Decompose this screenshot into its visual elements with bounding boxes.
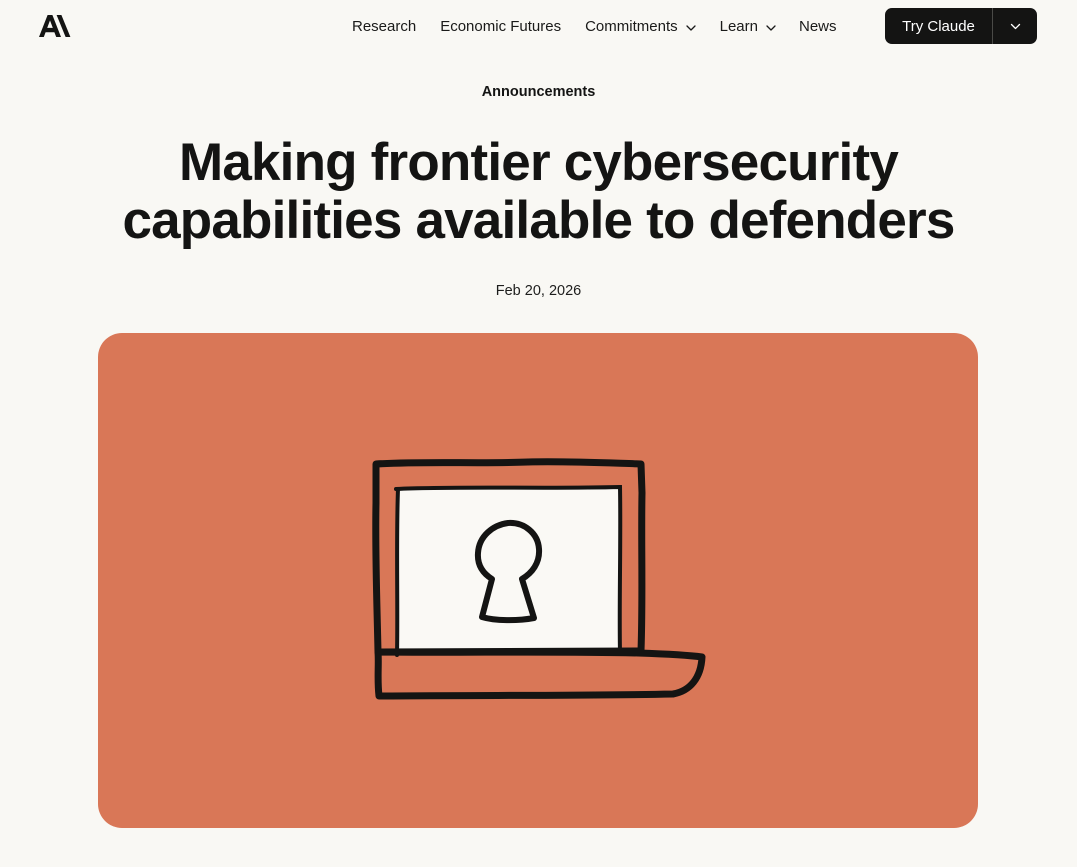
nav-commitments-label: Commitments [585, 18, 678, 35]
nav-commitments[interactable]: Commitments [585, 17, 696, 37]
category-label[interactable]: Announcements [0, 82, 1077, 102]
anthropic-logo-icon[interactable] [39, 15, 71, 37]
nav-learn-label: Learn [719, 18, 758, 35]
title-line: capabilities available to defenders [122, 191, 955, 250]
try-claude-button[interactable]: Try Claude [885, 8, 992, 44]
hero-image [98, 333, 978, 828]
publish-date: Feb 20, 2026 [495, 283, 582, 299]
chevron-down-icon [1010, 23, 1020, 29]
nav-research[interactable]: Research [352, 17, 416, 37]
title-line: Making frontier cybersecurity [178, 133, 899, 192]
nav-news-label: News [798, 18, 837, 35]
nav-learn[interactable]: Learn [720, 17, 776, 37]
page-title: Making frontier cybersecurity capabiliti… [0, 134, 1077, 250]
chevron-down-icon [685, 24, 696, 31]
nav-economic-futures-label: Economic Futures [440, 18, 562, 35]
laptop-keyhole-illustration [372, 458, 706, 700]
nav-news[interactable]: News [799, 17, 837, 37]
nav-economic-futures[interactable]: Economic Futures [440, 17, 561, 37]
main-nav: Research Economic Futures Commitments Le… [352, 17, 837, 37]
try-claude-dropdown-button[interactable] [993, 8, 1037, 44]
nav-research-label: Research [352, 18, 417, 35]
chevron-down-icon [766, 24, 776, 31]
try-claude-split-button: Try Claude [885, 8, 1037, 44]
